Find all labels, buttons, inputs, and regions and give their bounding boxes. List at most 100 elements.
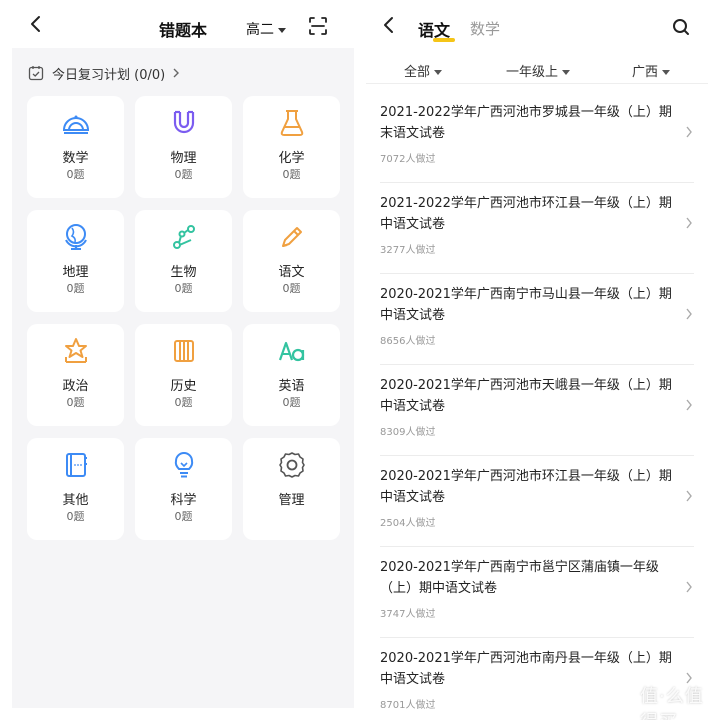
subject-tile-science[interactable]: 科学 0题 — [135, 438, 232, 540]
filter-type-dropdown[interactable]: 全部 — [404, 61, 443, 80]
subject-tile-math[interactable]: 数学 0题 — [27, 96, 124, 198]
subject-tile-geography[interactable]: 地理 0题 — [27, 210, 124, 312]
daily-review-plan[interactable]: 今日复习计划 (0/0) — [28, 62, 181, 84]
subject-tile-physics[interactable]: 物理 0题 — [135, 96, 232, 198]
subject-count: 0题 — [282, 168, 301, 181]
chevron-right-icon — [686, 126, 692, 138]
subject-name: 管理 — [278, 493, 305, 508]
paper-title: 2020-2021学年广西河池市天峨县一年级（上）期中语文试卷 — [380, 378, 672, 414]
paper-attempt-count: 3747人做过 — [380, 609, 436, 620]
pencil-icon — [282, 227, 302, 247]
subject-count: 0题 — [66, 396, 85, 409]
filter-grade-dropdown[interactable]: 一年级上 — [506, 61, 571, 80]
subject-tile-other[interactable]: 其他 0题 — [27, 438, 124, 540]
paper-list-item[interactable]: 2020-2021学年广西河池市环江县一年级（上）期中语文试卷 2504人做过 — [380, 456, 694, 547]
abc-icon — [278, 341, 305, 362]
page-title: 错题本 — [158, 21, 207, 40]
protractor-icon — [62, 115, 90, 134]
search-icon[interactable] — [672, 18, 690, 36]
subject-tile-english[interactable]: 英语 0题 — [243, 324, 340, 426]
grade-label: 高二 — [246, 22, 274, 38]
chevron-right-icon — [686, 217, 692, 229]
subject-count: 0题 — [174, 510, 193, 523]
paper-title: 2020-2021学年广西河池市环江县一年级（上）期中语文试卷 — [380, 469, 672, 505]
paper-attempt-count: 7072人做过 — [380, 154, 436, 165]
paper-title: 2020-2021学年广西南宁市马山县一年级（上）期中语文试卷 — [380, 287, 672, 323]
subject-name: 语文 — [278, 265, 305, 280]
subject-name: 化学 — [278, 151, 305, 166]
paper-list-item[interactable]: 2020-2021学年广西南宁市邕宁区蒲庙镇一年级（上）期中语文试卷 3747人… — [380, 547, 694, 638]
chevron-right-icon — [173, 68, 180, 78]
star-badge-icon — [65, 338, 87, 363]
active-tab-indicator — [433, 38, 455, 42]
filter-label: 一年级上 — [506, 65, 559, 80]
paper-list-panel: 语文 数学 全部 一年级上 广西 2021-2022学年广西河池市罗城县一年级（… — [366, 0, 708, 720]
subject-count: 0题 — [282, 282, 301, 295]
tab-math[interactable]: 数学 — [470, 18, 500, 39]
grade-selector[interactable]: 高二 — [246, 19, 286, 39]
scan-icon[interactable] — [308, 16, 328, 36]
subject-count: 0题 — [174, 396, 193, 409]
caret-down-icon — [662, 70, 671, 75]
paper-title: 2021-2022学年广西河池市罗城县一年级（上）期末语文试卷 — [380, 105, 672, 141]
subject-tile-biology[interactable]: 生物 0题 — [135, 210, 232, 312]
subject-name: 物理 — [170, 151, 197, 166]
paper-list-header: 语文 数学 — [366, 0, 708, 48]
chevron-right-icon — [686, 490, 692, 502]
filter-label: 全部 — [404, 65, 431, 80]
paper-list-item[interactable]: 2020-2021学年广西河池市天峨县一年级（上）期中语文试卷 8309人做过 — [380, 365, 694, 456]
subject-tile-chemistry[interactable]: 化学 0题 — [243, 96, 340, 198]
paper-attempt-count: 8656人做过 — [380, 336, 436, 347]
calendar-check-icon — [28, 66, 44, 81]
paper-list-item[interactable]: 2020-2021学年广西南宁市马山县一年级（上）期中语文试卷 8656人做过 — [380, 274, 694, 365]
paper-title: 2020-2021学年广西南宁市邕宁区蒲庙镇一年级（上）期中语文试卷 — [380, 560, 659, 596]
caret-down-icon — [434, 70, 443, 75]
mistake-book-header: 错题本 高二 — [12, 0, 354, 48]
molecule-icon — [173, 225, 195, 249]
chevron-right-icon — [686, 399, 692, 411]
subject-name: 生物 — [170, 265, 197, 280]
filter-label: 广西 — [632, 65, 659, 80]
subject-count: 0题 — [66, 510, 85, 523]
chevron-right-icon — [686, 308, 692, 320]
magnet-icon — [173, 110, 195, 134]
subject-tile-chinese[interactable]: 语文 0题 — [243, 210, 340, 312]
subject-count: 0题 — [282, 396, 301, 409]
paper-list-item[interactable]: 2021-2022学年广西河池市罗城县一年级（上）期末语文试卷 7072人做过 — [380, 92, 694, 183]
subject-count: 0题 — [174, 168, 193, 181]
filter-bar: 全部 一年级上 广西 — [366, 56, 708, 84]
paper-attempt-count: 8701人做过 — [380, 700, 436, 711]
subject-count: 0题 — [174, 282, 193, 295]
daily-review-plan-label: 今日复习计划 (0/0) — [52, 67, 166, 83]
subject-tile-history[interactable]: 历史 0题 — [135, 324, 232, 426]
subject-tile-politics[interactable]: 政治 0题 — [27, 324, 124, 426]
gear-icon — [279, 452, 305, 478]
subject-name: 科学 — [170, 493, 197, 508]
subject-name: 英语 — [278, 379, 305, 394]
subject-name: 数学 — [62, 151, 89, 166]
paper-attempt-count: 2504人做过 — [380, 518, 436, 529]
chevron-right-icon — [686, 581, 692, 593]
subject-count: 0题 — [66, 282, 85, 295]
paper-attempt-count: 8309人做过 — [380, 427, 436, 438]
notebook-icon — [66, 453, 87, 477]
paper-attempt-count: 3277人做过 — [380, 245, 436, 256]
site-watermark: 值·么值得买 — [640, 686, 704, 720]
filter-region-dropdown[interactable]: 广西 — [632, 61, 671, 80]
subject-count: 0题 — [66, 168, 85, 181]
paper-list-item[interactable]: 2021-2022学年广西河池市环江县一年级（上）期中语文试卷 3277人做过 — [380, 183, 694, 274]
back-arrow-icon[interactable] — [380, 16, 398, 34]
manage-subjects-tile[interactable]: 管理 — [243, 438, 340, 540]
caret-down-icon — [278, 27, 286, 33]
globe-icon — [65, 224, 87, 250]
subject-name: 历史 — [170, 379, 197, 394]
paper-title: 2020-2021学年广西河池市南丹县一年级（上）期中语文试卷 — [380, 651, 672, 687]
subject-name: 地理 — [62, 265, 89, 280]
caret-down-icon — [562, 70, 571, 75]
flask-icon — [280, 110, 304, 136]
subject-name: 其他 — [62, 493, 89, 508]
lightbulb-icon — [174, 452, 194, 478]
paper-title: 2021-2022学年广西河池市环江县一年级（上）期中语文试卷 — [380, 196, 672, 232]
mistake-book-panel: 错题本 高二 今日复习计划 (0/0) 数学 0题 物理 0题 化学 0题 地理… — [12, 0, 354, 708]
subject-name: 政治 — [62, 379, 89, 394]
